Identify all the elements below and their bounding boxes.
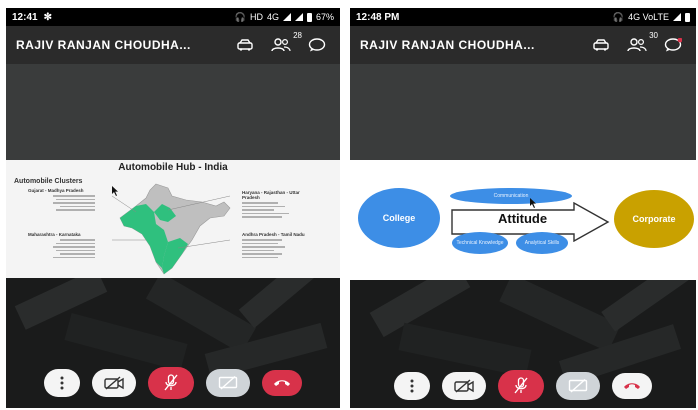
participants-count: 28: [293, 31, 302, 40]
chat-button[interactable]: [660, 34, 686, 56]
network-label: HD: [249, 12, 263, 22]
chat-button[interactable]: [304, 34, 330, 56]
status-time: 12:41: [12, 11, 38, 23]
video-off-icon: [454, 379, 474, 393]
region-block: Haryana - Rajasthan - Uttar Pradesh: [242, 190, 314, 220]
chat-icon: [664, 38, 682, 52]
meeting-title: RAJIV RANJAN CHOUDHA...: [360, 38, 535, 52]
video-area: [350, 64, 696, 164]
participants-button[interactable]: 28: [268, 31, 302, 56]
more-vertical-icon: [410, 379, 414, 393]
battery-icon: [306, 12, 312, 22]
video-toggle-button[interactable]: [442, 372, 486, 400]
mic-off-icon: [164, 374, 178, 391]
left-phone-screen: 12:41 ✻ 🎧 HD 4G 67% RAJIV RANJAN CHOUDHA…: [6, 8, 340, 408]
analytical-skills-ellipse: Analytical Skills: [516, 232, 568, 254]
participants-count: 30: [649, 31, 658, 40]
mute-button[interactable]: [498, 370, 544, 402]
communication-ellipse: Communication: [450, 188, 572, 204]
cursor-icon: [112, 186, 118, 196]
video-off-icon: [104, 376, 124, 390]
signal-icon: [282, 13, 291, 21]
region-block: Gujarat - Madhya Pradesh: [28, 188, 98, 213]
battery-level: 67%: [315, 12, 334, 22]
more-options-button[interactable]: [394, 372, 430, 400]
signal-icon: [294, 13, 303, 21]
region-block: Andhra Pradesh - Tamil Nadu: [242, 232, 314, 260]
headset-icon: 🎧: [234, 11, 246, 22]
hang-up-icon: [624, 383, 640, 389]
technical-knowledge-ellipse: Technical Knowledge: [452, 232, 508, 254]
car-icon: [237, 39, 253, 51]
signal-icon: [673, 13, 681, 21]
call-header: RAJIV RANJAN CHOUDHA... 28: [6, 26, 340, 64]
screen-share-off-icon: [568, 379, 588, 393]
participants-button[interactable]: 30: [624, 31, 658, 56]
college-circle: College: [358, 188, 440, 248]
signal-label: 4G: [266, 12, 279, 22]
screen-share-off-icon: [218, 376, 238, 390]
status-bar: 12:41 ✻ 🎧 HD 4G 67%: [6, 8, 340, 26]
india-map: [111, 183, 231, 275]
switch-camera-button[interactable]: [232, 34, 258, 56]
right-phone-screen: 12:48 PM 🎧 4G VoLTE RAJIV RANJAN CHOUDHA…: [350, 8, 696, 408]
screen-share-button[interactable]: [556, 372, 600, 400]
participants-icon: [627, 38, 647, 52]
call-header: RAJIV RANJAN CHOUDHA... 30: [350, 26, 696, 64]
more-options-button[interactable]: [44, 369, 80, 397]
shared-slide: Automobile Hub - India Automobile Cluste…: [6, 160, 340, 278]
cursor-icon: [530, 198, 536, 208]
screen-share-button[interactable]: [206, 369, 250, 397]
region-block: Maharashtra - Karnataka: [28, 232, 98, 260]
region-name: Haryana - Rajasthan - Uttar Pradesh: [242, 190, 300, 200]
video-area: [6, 64, 340, 164]
switch-camera-button[interactable]: [588, 34, 614, 56]
status-time: 12:48 PM: [356, 11, 400, 23]
region-name: Gujarat - Madhya Pradesh: [28, 188, 84, 193]
mic-off-icon: [514, 377, 528, 394]
meeting-title: RAJIV RANJAN CHOUDHA...: [16, 38, 191, 52]
mute-button[interactable]: [148, 367, 194, 399]
end-call-button[interactable]: [262, 370, 302, 396]
end-call-button[interactable]: [612, 373, 652, 399]
snowflake-icon: ✻: [43, 11, 52, 23]
car-icon: [593, 39, 609, 51]
chat-icon: [308, 38, 326, 52]
slide-subtitle: Automobile Clusters: [14, 178, 83, 185]
shared-slide: College Attitude Communication Technical…: [350, 160, 696, 280]
call-controls: [350, 370, 696, 402]
region-name: Maharashtra - Karnataka: [28, 232, 81, 237]
status-bar: 12:48 PM 🎧 4G VoLTE: [350, 8, 696, 26]
region-name: Andhra Pradesh - Tamil Nadu: [242, 232, 305, 237]
attitude-label: Attitude: [498, 211, 548, 226]
video-toggle-button[interactable]: [92, 369, 136, 397]
signal-label: 4G VoLTE: [628, 12, 669, 22]
headset-icon: 🎧: [612, 11, 625, 22]
participants-icon: [271, 38, 291, 52]
slide-title: Automobile Hub - India: [118, 162, 228, 173]
call-controls: [6, 367, 340, 399]
battery-icon: [685, 12, 690, 22]
hang-up-icon: [274, 380, 290, 386]
more-vertical-icon: [60, 376, 64, 390]
corporate-circle: Corporate: [614, 190, 694, 248]
